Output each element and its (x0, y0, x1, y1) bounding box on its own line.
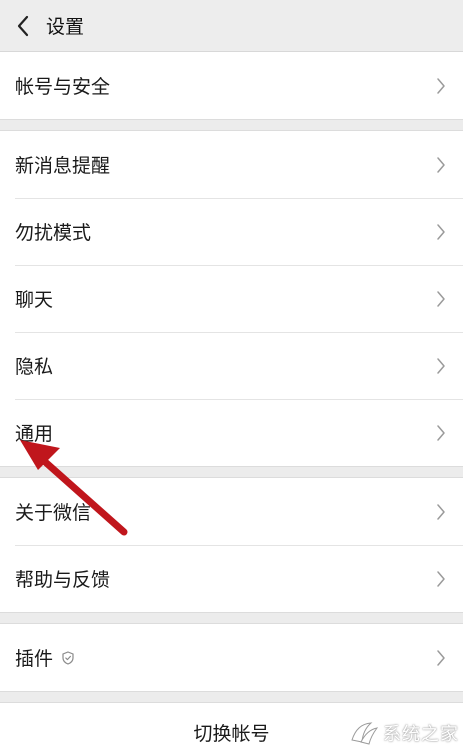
settings-group-plugins: 插件 (0, 623, 463, 692)
chevron-right-icon (435, 648, 447, 668)
item-label: 通用 (15, 423, 54, 445)
item-label: 插件 (15, 648, 54, 670)
nav-header: 设置 (0, 0, 463, 52)
chevron-right-icon (435, 423, 447, 443)
switch-account-label: 切换帐号 (193, 723, 270, 745)
settings-item-account-security[interactable]: 帐号与安全 (0, 52, 463, 119)
item-label: 帮助与反馈 (15, 569, 111, 591)
chevron-right-icon (435, 289, 447, 309)
chevron-right-icon (435, 222, 447, 242)
settings-item-privacy[interactable]: 隐私 (0, 332, 463, 399)
watermark-logo-icon (351, 722, 379, 745)
settings-item-plugins[interactable]: 插件 (0, 624, 463, 691)
settings-group-general: 新消息提醒 勿扰模式 聊天 隐私 通用 (0, 130, 463, 467)
chevron-right-icon (435, 569, 447, 589)
chevron-right-icon (435, 76, 447, 96)
settings-item-chat[interactable]: 聊天 (0, 265, 463, 332)
settings-item-new-message-notify[interactable]: 新消息提醒 (0, 131, 463, 198)
item-label: 帐号与安全 (15, 76, 111, 98)
watermark-text: 系统之家 (383, 724, 459, 745)
watermark: 系统之家 (349, 720, 459, 746)
settings-item-about-wechat[interactable]: 关于微信 (0, 478, 463, 545)
item-label: 勿扰模式 (15, 222, 92, 244)
page-title: 设置 (46, 16, 85, 38)
item-label: 新消息提醒 (15, 155, 111, 177)
settings-item-general[interactable]: 通用 (0, 399, 463, 466)
item-label: 隐私 (15, 356, 54, 378)
settings-item-help-feedback[interactable]: 帮助与反馈 (0, 545, 463, 612)
back-button[interactable] (10, 6, 36, 46)
chevron-right-icon (435, 356, 447, 376)
settings-group-about: 关于微信 帮助与反馈 (0, 477, 463, 613)
item-label: 关于微信 (15, 502, 92, 524)
settings-item-do-not-disturb[interactable]: 勿扰模式 (0, 198, 463, 265)
chevron-left-icon (17, 15, 29, 36)
chevron-right-icon (435, 155, 447, 175)
settings-group-account: 帐号与安全 (0, 52, 463, 120)
item-label: 聊天 (15, 289, 54, 311)
shield-badge-icon (61, 650, 75, 666)
chevron-right-icon (435, 502, 447, 522)
